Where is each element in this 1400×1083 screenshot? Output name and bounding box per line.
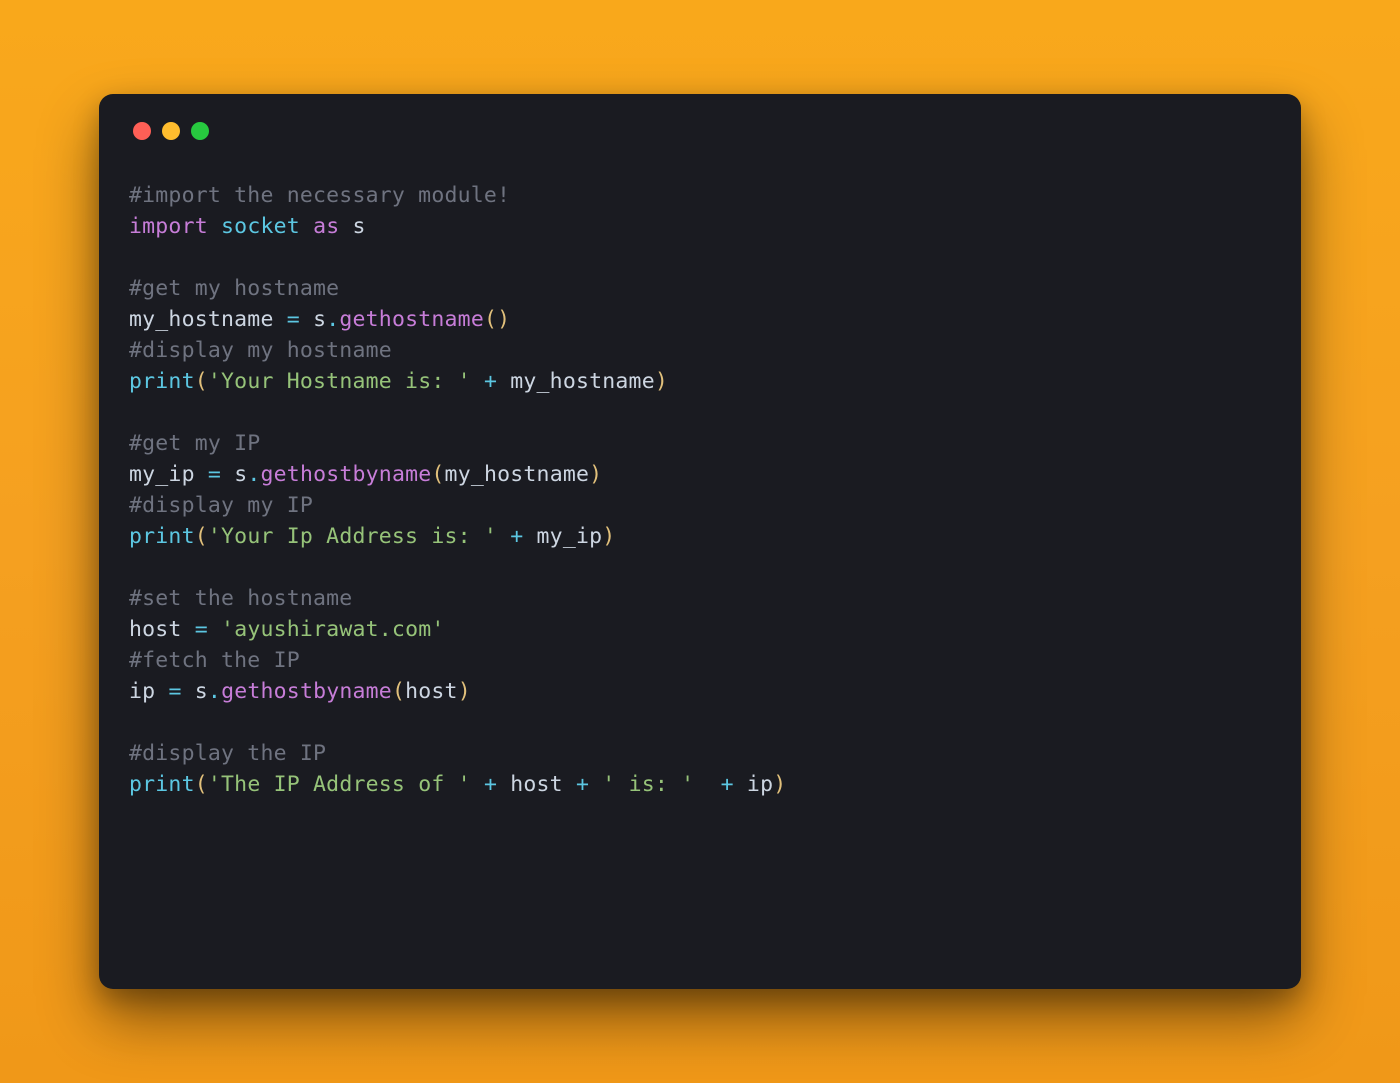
code-keyword: import	[129, 214, 208, 239]
code-function: gethostbyname	[221, 679, 392, 704]
code-operator: =	[287, 307, 300, 332]
close-icon[interactable]	[133, 122, 151, 140]
code-argument: my_hostname	[445, 462, 590, 487]
code-paren-close: )	[602, 524, 615, 549]
code-paren-open: (	[195, 369, 208, 394]
code-string: ' is: '	[602, 772, 694, 797]
code-identifier: s	[313, 307, 326, 332]
code-paren-close: )	[773, 772, 786, 797]
code-comment: #get my IP	[129, 431, 260, 456]
window-controls	[129, 122, 1271, 140]
code-argument: host	[405, 679, 458, 704]
code-string: 'ayushirawat.com'	[221, 617, 444, 642]
code-operator: =	[208, 462, 221, 487]
code-keyword: as	[313, 214, 339, 239]
code-operator: +	[484, 369, 497, 394]
code-function: gethostname	[339, 307, 484, 332]
code-variable: my_hostname	[510, 369, 655, 394]
code-module: socket	[221, 214, 300, 239]
code-variable: host	[510, 772, 563, 797]
code-operator: +	[510, 524, 523, 549]
code-identifier: s	[353, 214, 366, 239]
code-string: 'Your Hostname is: '	[208, 369, 471, 394]
minimize-icon[interactable]	[162, 122, 180, 140]
code-identifier: s	[234, 462, 247, 487]
code-block: #import the necessary module! import soc…	[129, 180, 1271, 800]
code-operator: =	[195, 617, 208, 642]
code-comment: #display my IP	[129, 493, 313, 518]
code-variable: host	[129, 617, 182, 642]
code-comment: #get my hostname	[129, 276, 339, 301]
code-variable: ip	[129, 679, 155, 704]
code-paren-open: (	[431, 462, 444, 487]
maximize-icon[interactable]	[191, 122, 209, 140]
code-builtin: print	[129, 772, 195, 797]
code-string: 'The IP Address of '	[208, 772, 471, 797]
code-comment: #display my hostname	[129, 338, 392, 363]
code-variable: my_hostname	[129, 307, 274, 332]
code-dot: .	[208, 679, 221, 704]
code-paren-open: (	[195, 524, 208, 549]
code-variable: my_ip	[129, 462, 195, 487]
code-dot: .	[326, 307, 339, 332]
code-operator: +	[721, 772, 734, 797]
code-paren-open: (	[392, 679, 405, 704]
code-operator: +	[576, 772, 589, 797]
code-paren-open: (	[484, 307, 497, 332]
code-paren-close: )	[655, 369, 668, 394]
code-comment: #fetch the IP	[129, 648, 300, 673]
code-paren-open: (	[195, 772, 208, 797]
code-string: 'Your Ip Address is: '	[208, 524, 497, 549]
code-operator: =	[168, 679, 181, 704]
code-operator: +	[484, 772, 497, 797]
code-function: gethostbyname	[261, 462, 432, 487]
code-comment: #import the necessary module!	[129, 183, 510, 208]
code-builtin: print	[129, 524, 195, 549]
code-paren-close: )	[589, 462, 602, 487]
code-dot: .	[247, 462, 260, 487]
code-identifier: s	[195, 679, 208, 704]
code-variable: my_ip	[537, 524, 603, 549]
code-paren-close: )	[497, 307, 510, 332]
code-comment: #display the IP	[129, 741, 326, 766]
code-variable: ip	[747, 772, 773, 797]
code-builtin: print	[129, 369, 195, 394]
code-editor-window: #import the necessary module! import soc…	[99, 94, 1301, 989]
code-comment: #set the hostname	[129, 586, 352, 611]
code-paren-close: )	[458, 679, 471, 704]
